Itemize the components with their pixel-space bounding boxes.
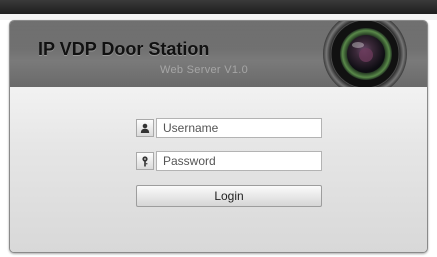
header-banner: IP VDP Door Station Web Server V1.0 — [10, 21, 427, 87]
camera-lens-graphic — [320, 21, 410, 87]
password-row — [136, 151, 322, 171]
password-input[interactable] — [156, 151, 322, 171]
key-icon — [136, 152, 154, 170]
username-input[interactable] — [156, 118, 322, 138]
page-title: IP VDP Door Station — [38, 39, 210, 59]
user-icon — [136, 119, 154, 137]
version-label: Web Server V1.0 — [160, 64, 249, 76]
top-bar — [0, 0, 437, 14]
username-row — [136, 118, 322, 138]
login-button[interactable]: Login — [136, 185, 322, 207]
login-panel: IP VDP Door Station Web Server V1.0 User… — [9, 20, 428, 253]
